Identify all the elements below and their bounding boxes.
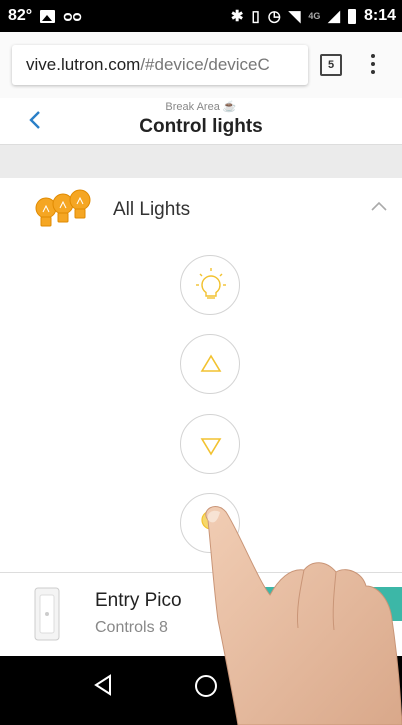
light-bulbs-icon — [35, 189, 91, 227]
url-bar[interactable]: vive.lutron.com/#device/deviceC — [12, 45, 308, 85]
light-bulb-on-icon — [196, 268, 226, 299]
alarm-icon: ◷ — [267, 7, 281, 25]
image-icon — [40, 9, 56, 23]
all-lights-row[interactable]: All Lights — [0, 178, 402, 242]
nav-back-icon[interactable] — [92, 674, 114, 696]
bluetooth-icon: ✱ — [230, 7, 244, 25]
battery-icon — [347, 8, 356, 24]
voicemail-icon: ᴑᴑ — [63, 7, 82, 25]
page-title: Control lights — [139, 116, 263, 137]
wifi-icon: ◥ — [288, 7, 301, 25]
vibrate-icon: ▯ — [251, 7, 260, 25]
signal-icon: ◢ — [328, 7, 340, 25]
clock: 8:14 — [363, 7, 396, 24]
raise-button[interactable] — [180, 334, 240, 394]
section-divider — [0, 145, 402, 179]
overflow-menu-icon[interactable] — [368, 52, 378, 78]
status-bar: 82° ᴑᴑ ✱ ▯ ◷ ◥ 4G ◢ 8:14 — [0, 0, 402, 32]
triangle-up-icon — [200, 354, 222, 372]
network-label: 4G — [308, 11, 321, 21]
url-domain: vive.lutron.com — [26, 55, 141, 74]
group-label: All Lights — [113, 199, 191, 220]
device-name: Entry Pico — [95, 590, 182, 611]
device-subtitle: Controls 8 — [95, 619, 168, 636]
browser-toolbar: vive.lutron.com/#device/deviceC 5 — [0, 32, 402, 99]
lower-button[interactable] — [180, 414, 240, 474]
pico-remote-icon — [34, 587, 60, 641]
light-on-button[interactable] — [180, 255, 240, 315]
tab-switcher-button[interactable]: 5 — [320, 54, 342, 76]
temperature-label: 82° — [8, 7, 33, 24]
finger-overlay — [205, 506, 402, 725]
triangle-down-icon — [200, 438, 222, 456]
page-subtitle: Break Area ☕ — [165, 101, 237, 113]
app-header: Break Area ☕ Control lights — [0, 98, 402, 145]
url-path: /#device/deviceC — [140, 55, 270, 74]
chevron-up-icon[interactable] — [370, 200, 388, 212]
